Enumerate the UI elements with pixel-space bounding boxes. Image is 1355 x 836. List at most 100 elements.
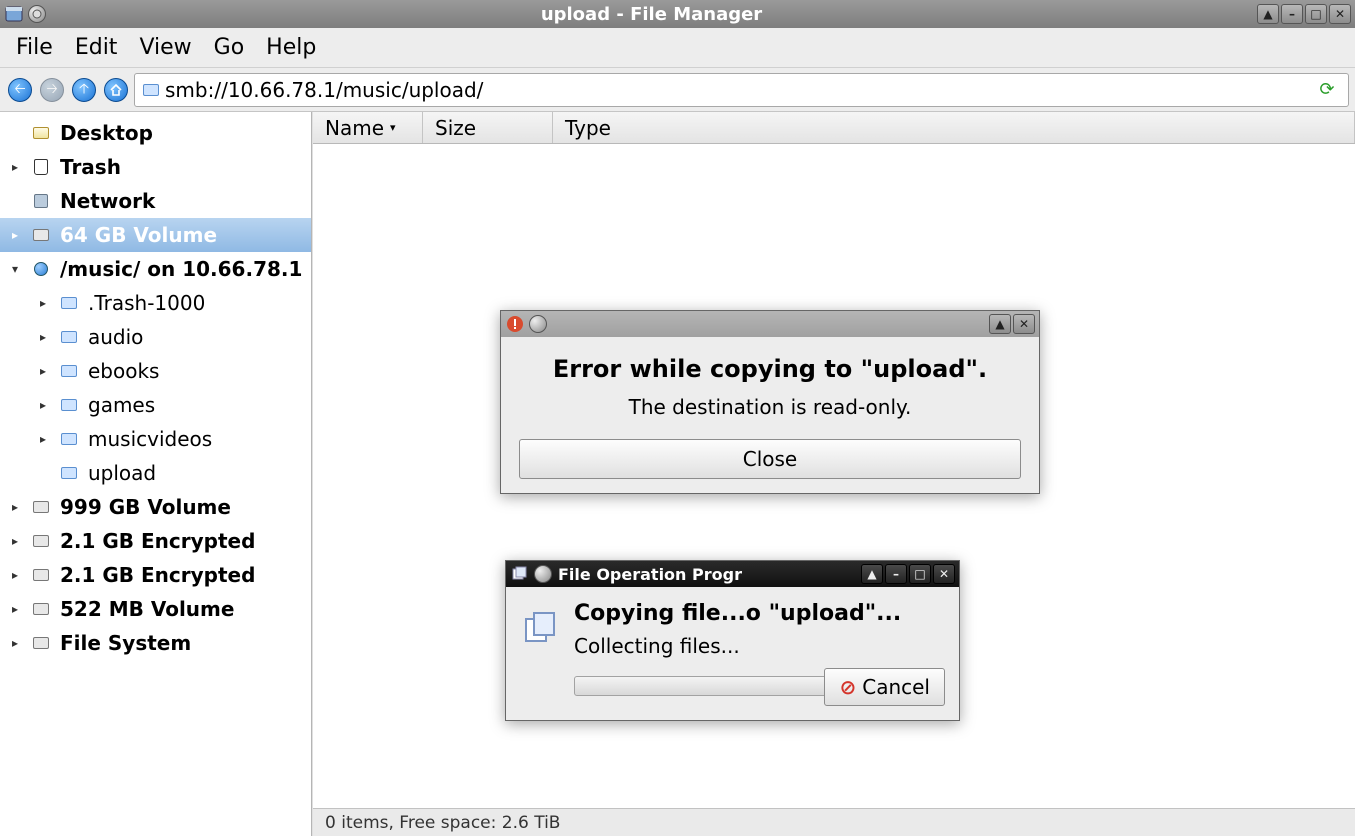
folder-icon: [60, 294, 78, 312]
status-bar: 0 items, Free space: 2.6 TiB: [313, 808, 1355, 836]
progress-heading: Copying file...o "upload"...: [574, 601, 945, 626]
sidebar-item-label: upload: [88, 461, 156, 485]
progress-dialog-title: File Operation Progr: [552, 565, 861, 584]
drive-icon: [32, 566, 50, 584]
menu-file[interactable]: File: [6, 31, 63, 64]
drive-icon: [32, 634, 50, 652]
sidebar-item[interactable]: Network: [0, 184, 311, 218]
error-dialog-titlebar[interactable]: ▲ ✕: [501, 311, 1039, 337]
sidebar-item[interactable]: ▸ 999 GB Volume: [0, 490, 311, 524]
expand-arrow-icon[interactable]: ▾: [12, 262, 22, 276]
error-close-action-button[interactable]: Close: [519, 439, 1021, 479]
menu-view[interactable]: View: [129, 31, 201, 64]
progress-maximize-button[interactable]: □: [909, 564, 931, 584]
sidebar-item[interactable]: ▾ /music/ on 10.66.78.1: [0, 252, 311, 286]
progress-dialog: File Operation Progr ▲ – □ ✕ Copying fil…: [505, 560, 960, 721]
progress-close-button[interactable]: ✕: [933, 564, 955, 584]
folder-icon: [60, 362, 78, 380]
sidebar-item-label: 999 GB Volume: [60, 495, 231, 519]
error-heading: Error while copying to "upload".: [519, 355, 1021, 383]
sidebar-item[interactable]: ▸ Trash: [0, 150, 311, 184]
toolbar: 🡠 🡢 🡡 smb://10.66.78.1/music/upload/ ⟳: [0, 68, 1355, 112]
progress-cancel-button[interactable]: ⊘ Cancel: [824, 668, 945, 706]
sidebar-item-label: musicvideos: [88, 427, 212, 451]
window-title: upload - File Manager: [46, 4, 1257, 25]
window-close-button[interactable]: ✕: [1329, 4, 1351, 24]
window-shade-button[interactable]: ▲: [1257, 4, 1279, 24]
places-sidebar[interactable]: Desktop ▸ Trash Network ▸ 64 GB Volume ▾ /music…: [0, 112, 312, 836]
sidebar-item[interactable]: ▸games: [0, 388, 311, 422]
sidebar-item[interactable]: ▸ 2.1 GB Encrypted: [0, 558, 311, 592]
location-bar[interactable]: smb://10.66.78.1/music/upload/ ⟳: [134, 73, 1349, 107]
status-text: 0 items, Free space: 2.6 TiB: [325, 813, 560, 833]
folder-icon: [60, 464, 78, 482]
sidebar-item-label: 2.1 GB Encrypted: [60, 529, 255, 553]
nav-back-button[interactable]: 🡠: [6, 76, 34, 104]
expand-arrow-icon[interactable]: ▸: [12, 160, 22, 174]
sort-indicator-icon: ▾: [390, 121, 396, 134]
progress-titlebar-menu-button[interactable]: [534, 565, 552, 583]
menu-edit[interactable]: Edit: [65, 31, 128, 64]
column-type[interactable]: Type: [553, 112, 1355, 143]
expand-arrow-icon[interactable]: ▸: [12, 636, 22, 650]
expand-arrow-icon[interactable]: ▸: [12, 500, 22, 514]
column-headers: Name ▾ Size Type: [313, 112, 1355, 144]
refresh-icon[interactable]: ⟳: [1314, 77, 1340, 103]
drive-icon: [32, 532, 50, 550]
progress-minimize-button[interactable]: –: [885, 564, 907, 584]
sidebar-item[interactable]: ▸ 2.1 GB Encrypted: [0, 524, 311, 558]
copy-icon: [520, 607, 560, 647]
sidebar-item[interactable]: ▸ebooks: [0, 354, 311, 388]
sidebar-item[interactable]: Desktop: [0, 116, 311, 150]
expand-arrow-icon[interactable]: ▸: [40, 364, 50, 378]
sidebar-item[interactable]: ▸ audio: [0, 320, 311, 354]
sidebar-item-label: Trash: [60, 155, 121, 179]
error-message: The destination is read-only.: [519, 395, 1021, 419]
menu-help[interactable]: Help: [256, 31, 326, 64]
network-icon: [32, 192, 50, 210]
nav-forward-button[interactable]: 🡢: [38, 76, 66, 104]
nav-up-button[interactable]: 🡡: [70, 76, 98, 104]
expand-arrow-icon[interactable]: ▸: [12, 602, 22, 616]
sidebar-item-label: Network: [60, 189, 155, 213]
titlebar-menu-button[interactable]: [28, 5, 46, 23]
expand-arrow-icon[interactable]: ▸: [12, 228, 22, 242]
main-window-titlebar: upload - File Manager ▲ – □ ✕: [0, 0, 1355, 28]
folder-icon: [143, 84, 159, 96]
window-minimize-button[interactable]: –: [1281, 4, 1303, 24]
expand-arrow-icon[interactable]: ▸: [40, 432, 50, 446]
progress-status: Collecting files...: [574, 634, 945, 658]
folder-icon: [60, 396, 78, 414]
window-maximize-button[interactable]: □: [1305, 4, 1327, 24]
sidebar-item[interactable]: upload: [0, 456, 311, 490]
sidebar-item[interactable]: ▸ File System: [0, 626, 311, 660]
sidebar-item-label: .Trash-1000: [88, 291, 205, 315]
expand-arrow-icon[interactable]: ▸: [12, 534, 22, 548]
expand-arrow-icon[interactable]: ▸: [12, 568, 22, 582]
sidebar-item[interactable]: ▸ musicvideos: [0, 422, 311, 456]
sidebar-item-label: audio: [88, 325, 143, 349]
error-shade-button[interactable]: ▲: [989, 314, 1011, 334]
error-titlebar-menu-button[interactable]: [529, 315, 547, 333]
sidebar-item[interactable]: ▸ 522 MB Volume: [0, 592, 311, 626]
menu-go[interactable]: Go: [204, 31, 255, 64]
desktop-icon: [32, 124, 50, 142]
error-close-button[interactable]: ✕: [1013, 314, 1035, 334]
sidebar-item-label: File System: [60, 631, 191, 655]
expand-arrow-icon[interactable]: ▸: [40, 398, 50, 412]
sidebar-item[interactable]: ▸ .Trash-1000: [0, 286, 311, 320]
sidebar-item-label: 2.1 GB Encrypted: [60, 563, 255, 587]
nav-home-button[interactable]: [102, 76, 130, 104]
sidebar-item-label: 64 GB Volume: [60, 223, 217, 247]
expand-arrow-icon[interactable]: ▸: [40, 330, 50, 344]
column-name[interactable]: Name ▾: [313, 112, 423, 143]
sidebar-item[interactable]: ▸ 64 GB Volume: [0, 218, 311, 252]
expand-arrow-icon[interactable]: ▸: [40, 296, 50, 310]
app-icon: [4, 4, 24, 24]
sidebar-item-label: 522 MB Volume: [60, 597, 234, 621]
progress-dialog-titlebar[interactable]: File Operation Progr ▲ – □ ✕: [506, 561, 959, 587]
column-size[interactable]: Size: [423, 112, 553, 143]
progress-shade-button[interactable]: ▲: [861, 564, 883, 584]
sidebar-item-label: /music/ on 10.66.78.1: [60, 257, 302, 281]
drive-icon: [32, 498, 50, 516]
